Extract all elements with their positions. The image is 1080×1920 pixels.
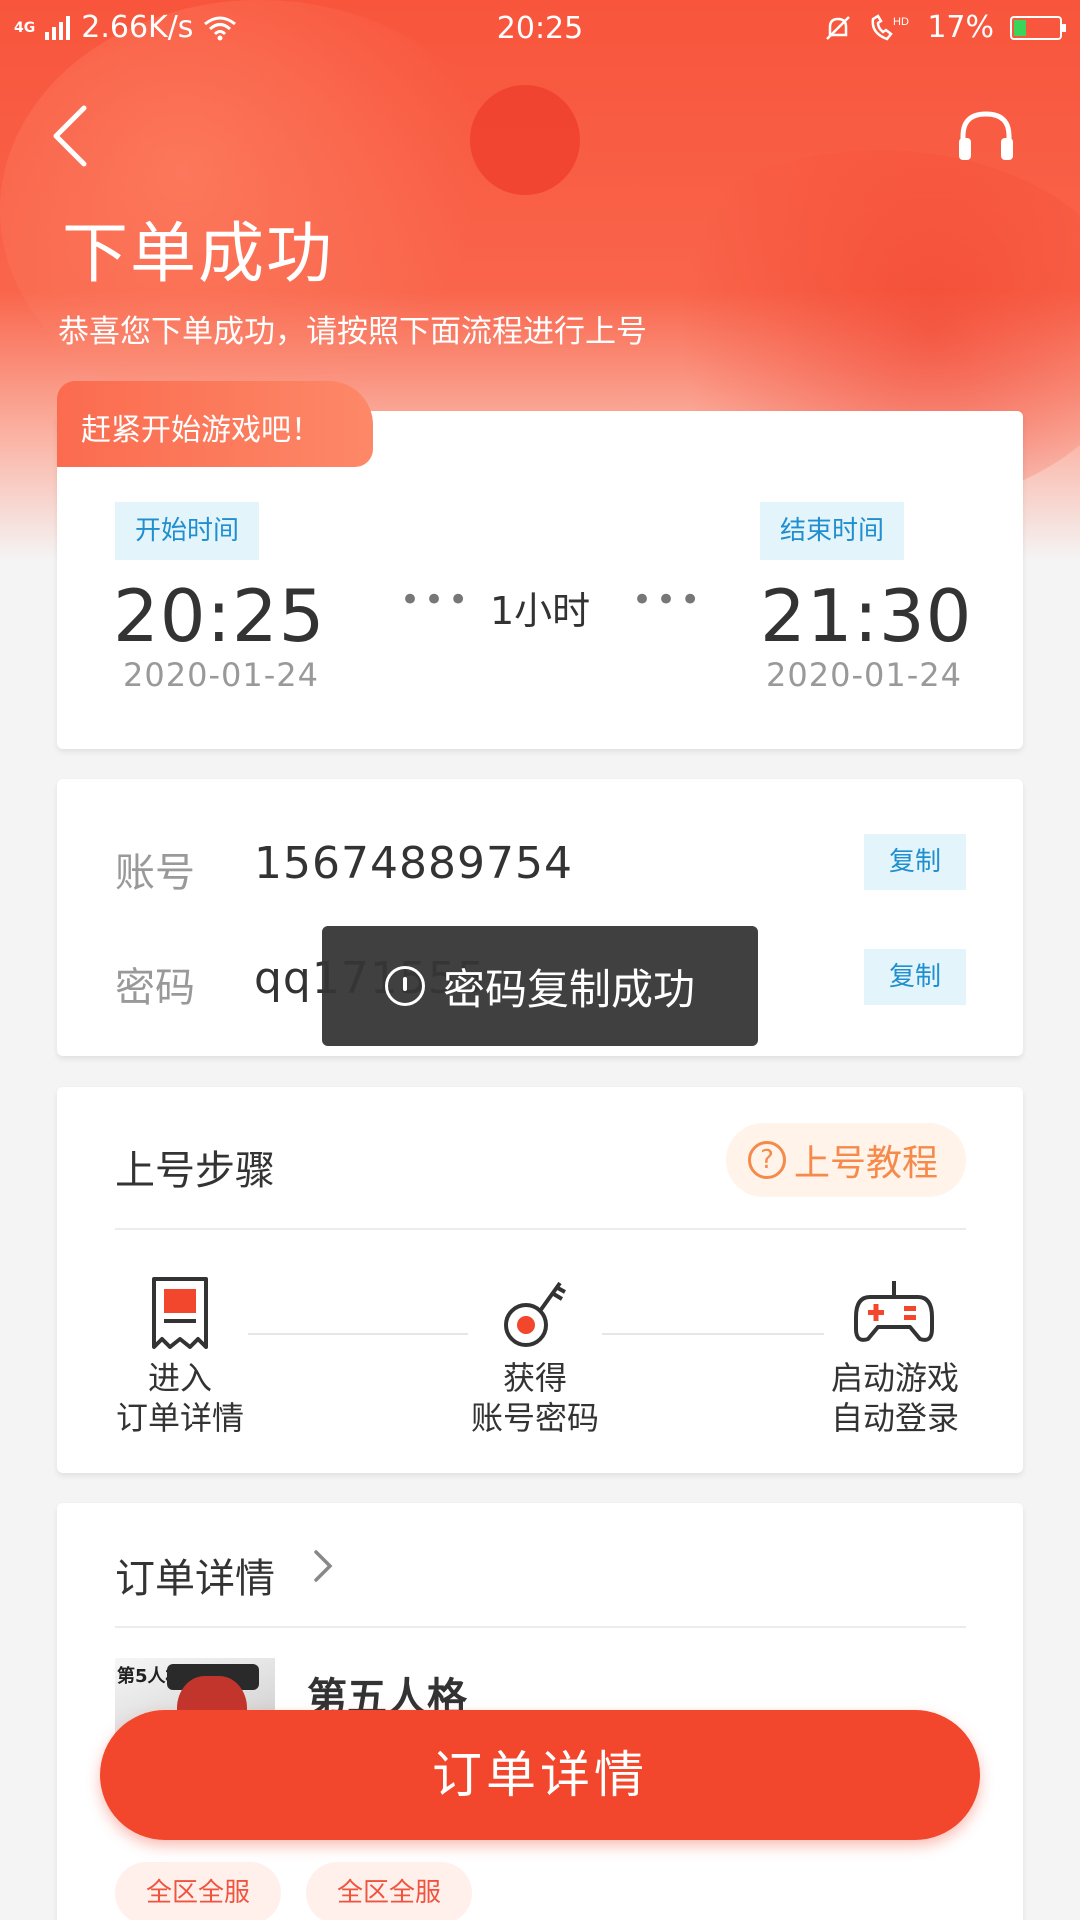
hd-call-icon: HD — [871, 13, 909, 40]
receipt-icon — [152, 1277, 208, 1349]
status-bar: 4G 2.66K/s 20:25 HD 17% — [0, 0, 1080, 58]
server-tag: 全区全服 — [115, 1862, 281, 1920]
step-connector — [248, 1333, 468, 1335]
battery-percent: 17% — [927, 10, 994, 45]
page-subtitle: 恭喜您下单成功，请按照下面流程进行上号 — [58, 314, 647, 350]
step-connector — [602, 1333, 824, 1335]
account-value: 15674889754 — [254, 838, 573, 889]
page-title: 下单成功 — [62, 215, 334, 292]
account-label: 账号 — [115, 850, 195, 896]
tutorial-label: 上号教程 — [794, 1143, 939, 1184]
order-details-button[interactable]: 订单详情 — [100, 1710, 980, 1840]
step-3-label: 启动游戏 自动登录 — [815, 1358, 975, 1438]
question-icon: ? — [748, 1141, 786, 1179]
step-2-line2: 账号密码 — [470, 1399, 599, 1437]
end-time-label: 结束时间 — [760, 502, 905, 560]
order-divider — [115, 1626, 966, 1628]
dots-right: ••• — [632, 580, 705, 620]
battery-icon — [1010, 15, 1066, 40]
server-tag: 全区全服 — [306, 1862, 472, 1920]
mute-bell-icon — [826, 15, 851, 40]
customer-service-button[interactable] — [955, 108, 1017, 164]
dots-left: ••• — [400, 580, 473, 620]
step-1-line1: 进入 — [147, 1359, 212, 1397]
chevron-right-icon[interactable] — [310, 1548, 336, 1584]
step-1-label: 进入 订单详情 — [100, 1358, 260, 1438]
steps-title: 上号步骤 — [115, 1148, 275, 1194]
step-2-line1: 获得 — [502, 1359, 567, 1397]
end-date: 2020-01-24 — [766, 656, 962, 694]
steps-divider — [115, 1228, 966, 1230]
info-icon — [384, 966, 425, 1006]
order-title[interactable]: 订单详情 — [115, 1546, 275, 1604]
start-game-badge: 赶紧开始游戏吧！ — [57, 381, 373, 467]
copy-password-button[interactable]: 复制 — [864, 949, 966, 1005]
key-icon — [504, 1281, 566, 1347]
step-3-line1: 启动游戏 — [830, 1359, 959, 1397]
toast: 密码复制成功 — [322, 926, 758, 1046]
tutorial-button[interactable]: ? 上号教程 — [726, 1123, 966, 1197]
back-button[interactable] — [48, 100, 98, 170]
duration: 1小时 — [490, 589, 591, 633]
start-date: 2020-01-24 — [123, 656, 319, 694]
end-time: 21:30 — [760, 574, 973, 658]
step-1-line2: 订单详情 — [115, 1399, 244, 1437]
start-time: 20:25 — [113, 574, 326, 658]
gamepad-icon — [854, 1281, 934, 1342]
back-arrow-icon — [53, 105, 87, 167]
copy-account-button[interactable]: 复制 — [864, 834, 966, 890]
svg-text:HD: HD — [893, 16, 909, 28]
start-time-label: 开始时间 — [115, 502, 260, 560]
decor-circle — [470, 85, 580, 195]
step-2-label: 获得 账号密码 — [455, 1358, 615, 1438]
step-3-line2: 自动登录 — [830, 1399, 959, 1437]
headset-icon — [959, 111, 1013, 160]
password-label: 密码 — [115, 965, 195, 1011]
toast-message: 密码复制成功 — [442, 964, 695, 1014]
